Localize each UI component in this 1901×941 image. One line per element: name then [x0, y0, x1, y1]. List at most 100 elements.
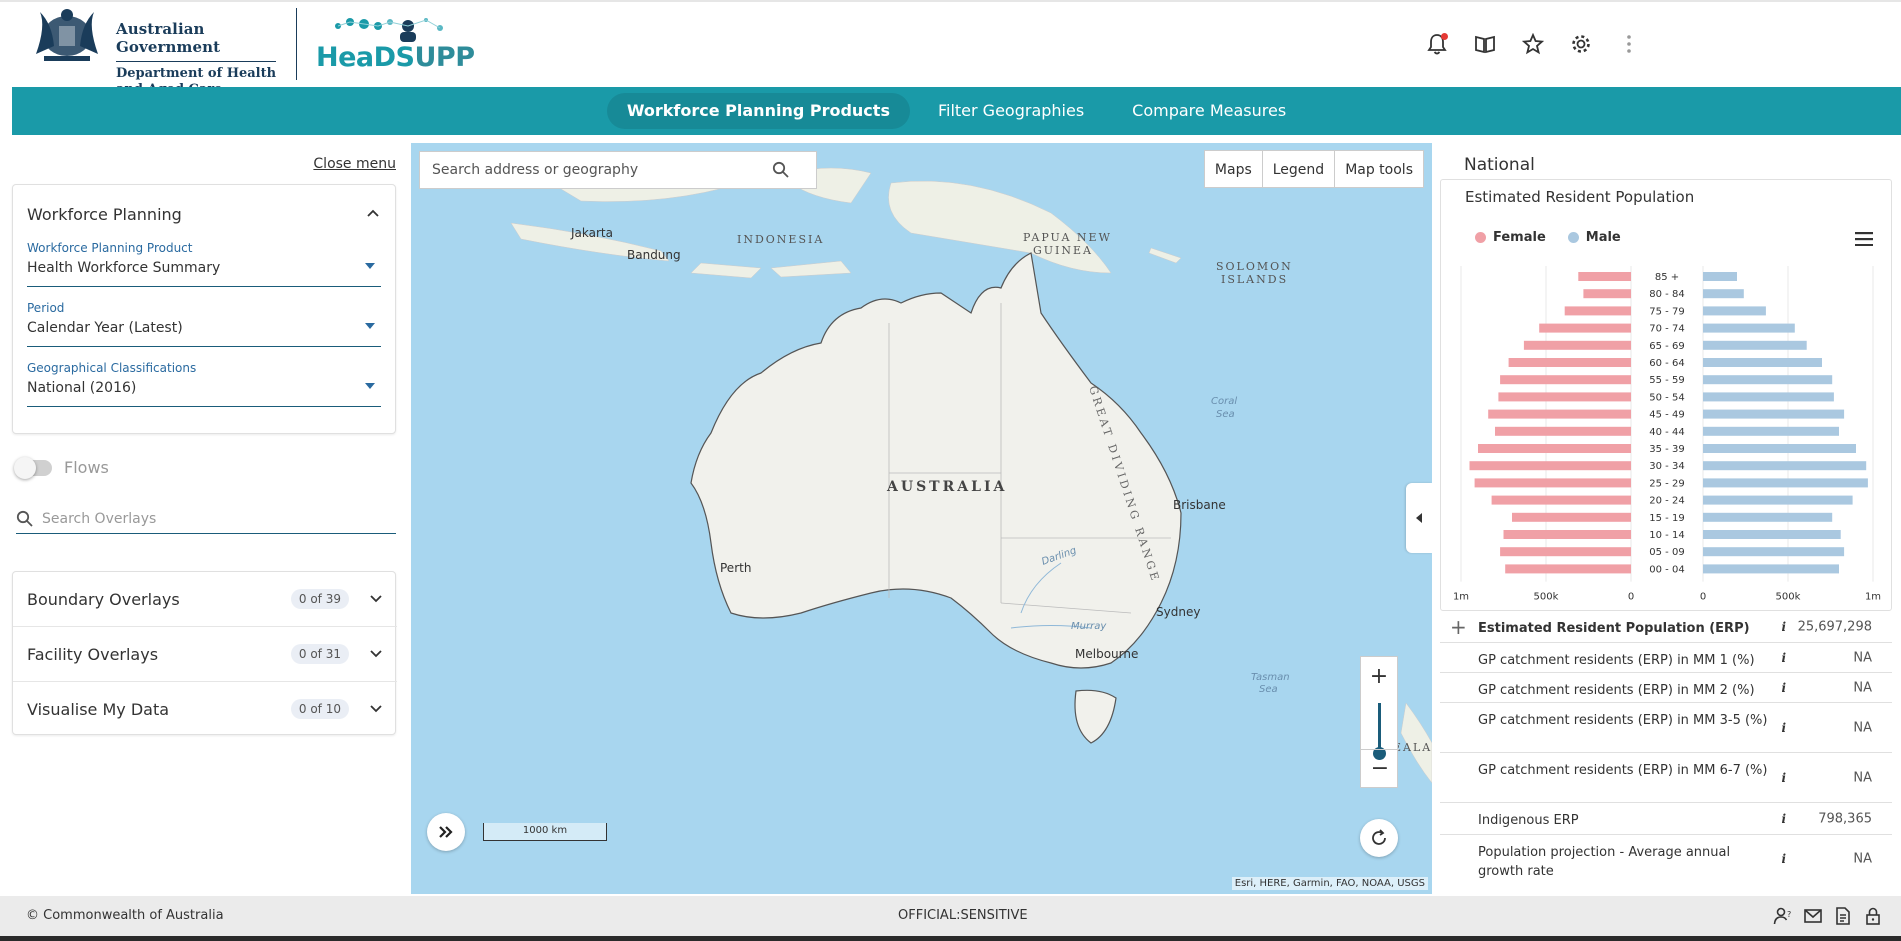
measure-row: Indigenous ERP i 798,365 — [1440, 803, 1892, 835]
bell-icon[interactable] — [1425, 32, 1449, 56]
visualise-my-data-row[interactable]: Visualise My Data 0 of 10 — [13, 682, 397, 737]
geography-title: National — [1464, 155, 1535, 175]
search-overlays-input[interactable] — [42, 510, 372, 527]
info-icon[interactable]: i — [1781, 852, 1786, 866]
age-group-label: 35 - 39 — [1649, 444, 1684, 455]
legend-item-male[interactable]: Male — [1567, 230, 1621, 245]
expand-plus-icon[interactable]: + — [1450, 615, 1467, 639]
boundary-overlays-row[interactable]: Boundary Overlays 0 of 39 — [13, 572, 397, 627]
zoom-slider-track[interactable] — [1378, 703, 1381, 753]
lock-icon[interactable] — [1863, 906, 1883, 926]
reset-view-button[interactable] — [1360, 819, 1398, 857]
map-label-coral-sea-line1: Coral — [1211, 396, 1238, 407]
coat-of-arms-icon — [36, 9, 98, 61]
chevron-up-icon[interactable] — [365, 205, 381, 221]
bar-male — [1703, 461, 1867, 471]
map-label-melbourne: Melbourne — [1075, 647, 1139, 661]
map-label-brisbane: Brisbane — [1173, 498, 1226, 512]
chart-legend: Female Male — [1475, 230, 1621, 245]
workforce-planning-product-select[interactable]: Workforce Planning Product Health Workfo… — [27, 241, 381, 287]
window-bottom-edge — [0, 936, 1901, 941]
period-select[interactable]: Period Calendar Year (Latest) — [27, 301, 381, 347]
measure-name: GP catchment residents (ERP) in MM 2 (%) — [1478, 683, 1755, 698]
age-group-label: 10 - 14 — [1649, 530, 1684, 541]
info-icon[interactable]: i — [1781, 812, 1786, 826]
map-view[interactable]: Maps Legend Map tools Jakarta Bandung IN… — [411, 143, 1432, 894]
document-icon[interactable] — [1833, 906, 1853, 926]
gov-line-2: Department of Health — [116, 66, 277, 81]
star-icon[interactable] — [1521, 32, 1545, 56]
map-tools-button[interactable]: Map tools — [1335, 151, 1423, 187]
map-label-indonesia: INDONESIA — [737, 233, 825, 246]
close-menu-link[interactable]: Close menu — [313, 156, 396, 172]
gear-icon[interactable] — [1569, 32, 1593, 56]
overlay-name: Visualise My Data — [27, 700, 170, 719]
flows-toggle[interactable] — [14, 456, 52, 479]
age-group-label: 50 - 54 — [1649, 392, 1684, 403]
geographical-classifications-select[interactable]: Geographical Classifications National (2… — [27, 361, 381, 407]
tab-filter-geographies[interactable]: Filter Geographies — [918, 93, 1104, 129]
bar-male — [1703, 478, 1868, 488]
more-vert-icon[interactable] — [1617, 32, 1641, 56]
overlay-count-badge: 0 of 31 — [290, 644, 349, 664]
legend-button[interactable]: Legend — [1263, 151, 1336, 187]
map-label-tasman-sea-line2: Sea — [1259, 684, 1278, 695]
zoom-control: + − — [1360, 656, 1399, 788]
map-basemap[interactable] — [411, 143, 1432, 894]
bar-male — [1703, 495, 1853, 505]
legend-item-female[interactable]: Female — [1475, 230, 1546, 245]
info-icon[interactable]: i — [1781, 771, 1786, 785]
collapse-panel-button[interactable] — [1406, 483, 1432, 553]
map-search-input[interactable] — [432, 162, 772, 178]
overlay-count-badge: 0 of 39 — [290, 589, 349, 609]
map-scale-bar: 1000 km — [483, 823, 607, 841]
double-chevron-right-icon — [439, 826, 453, 838]
expand-panel-button[interactable] — [427, 813, 465, 851]
header-actions — [1425, 32, 1641, 56]
heads-upp-logo[interactable]: HeaDSUPP — [316, 14, 475, 76]
bar-female — [1503, 530, 1631, 539]
overlays-card: Boundary Overlays 0 of 39 Facility Overl… — [12, 571, 397, 737]
search-icon — [16, 510, 33, 527]
bar-female — [1500, 547, 1631, 557]
zoom-out-button[interactable]: − — [1361, 749, 1399, 787]
workforce-planning-title: Workforce Planning — [27, 205, 182, 224]
government-logo[interactable]: Australian Government Department of Heal… — [26, 6, 296, 97]
map-label-sydney: Sydney — [1156, 605, 1201, 619]
bar-male — [1703, 512, 1833, 522]
bar-female — [1505, 564, 1631, 574]
bar-male — [1703, 426, 1839, 436]
flows-toggle-row: Flows — [14, 456, 109, 479]
info-icon[interactable]: i — [1781, 651, 1786, 665]
tab-workforce-planning-products[interactable]: Workforce Planning Products — [606, 93, 910, 129]
maps-button[interactable]: Maps — [1205, 151, 1263, 187]
copyright-icon: © — [26, 908, 39, 923]
info-icon[interactable]: i — [1781, 620, 1786, 634]
bar-male — [1703, 530, 1841, 539]
mail-icon[interactable] — [1803, 906, 1823, 926]
map-label-bandung: Bandung — [627, 248, 681, 262]
zoom-in-button[interactable]: + — [1361, 657, 1397, 695]
tab-compare-measures[interactable]: Compare Measures — [1112, 93, 1306, 129]
age-group-label: 30 - 34 — [1649, 461, 1684, 472]
facility-overlays-row[interactable]: Facility Overlays 0 of 31 — [13, 627, 397, 682]
user-help-icon[interactable]: ? — [1773, 906, 1793, 926]
chart-menu-icon[interactable] — [1855, 232, 1873, 246]
bar-male — [1703, 289, 1744, 299]
bar-female — [1474, 478, 1631, 488]
measure-row[interactable]: + Estimated Resident Population (ERP) i … — [1440, 611, 1892, 643]
bar-female — [1578, 272, 1631, 281]
map-label-murray: Murray — [1071, 621, 1107, 632]
search-icon[interactable] — [772, 161, 790, 179]
map-label-png-line2: GUINEA — [1033, 244, 1094, 257]
top-header: Australian Government Department of Heal… — [0, 0, 1901, 97]
info-icon[interactable]: i — [1781, 681, 1786, 695]
svg-text:?: ? — [1787, 910, 1791, 919]
map-label-tasman-sea-line1: Tasman — [1251, 672, 1290, 683]
info-icon[interactable]: i — [1781, 721, 1786, 735]
x-tick-label: 500k — [1776, 592, 1801, 600]
legend-label-male: Male — [1585, 230, 1621, 245]
age-group-label: 45 - 49 — [1649, 410, 1684, 421]
chart-title: Estimated Resident Population — [1465, 188, 1695, 206]
book-icon[interactable] — [1473, 32, 1497, 56]
